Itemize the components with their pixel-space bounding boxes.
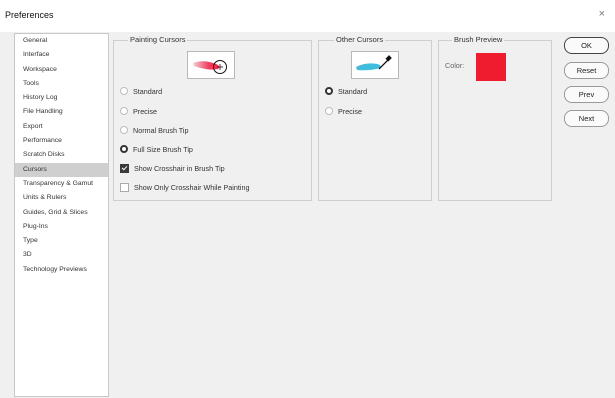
other-cursors-title: Other Cursors — [334, 35, 386, 44]
sidebar-item-history-log[interactable]: History Log — [15, 91, 108, 105]
sidebar-item-interface[interactable]: Interface — [15, 48, 108, 62]
sidebar-item-performance[interactable]: Performance — [15, 134, 108, 148]
painting-cursor-preview — [187, 51, 235, 79]
other-precise-radio[interactable]: Precise — [325, 106, 362, 118]
preferences-dialog: Preferences × General Interface Workspace T… — [0, 0, 615, 398]
option-label: Standard — [133, 87, 163, 96]
sidebar-item-units-rulers[interactable]: Units & Rulers — [15, 191, 108, 205]
brush-preview-group: Brush Preview Color: — [438, 35, 552, 201]
ok-button[interactable]: OK — [564, 37, 609, 54]
sidebar-item-tools[interactable]: Tools — [15, 77, 108, 91]
other-cursor-preview — [351, 51, 399, 79]
option-label: Standard — [338, 87, 368, 96]
radio-indicator[interactable] — [120, 107, 128, 116]
sidebar-item-export[interactable]: Export — [15, 120, 108, 134]
radio-indicator[interactable] — [120, 126, 128, 135]
full-size-brush-tip-radio[interactable]: Full Size Brush Tip — [120, 144, 193, 156]
sidebar-item-plug-ins[interactable]: Plug-Ins — [15, 220, 108, 234]
other-standard-radio[interactable]: Standard — [325, 86, 367, 98]
title-bar: Preferences × — [0, 0, 615, 32]
radio-indicator[interactable] — [120, 87, 128, 96]
normal-brush-tip-radio[interactable]: Normal Brush Tip — [120, 125, 189, 137]
show-crosshair-checkbox[interactable]: Show Crosshair in Brush Tip — [120, 163, 225, 175]
painting-cursors-title: Painting Cursors — [128, 35, 188, 44]
option-label: Precise — [133, 107, 157, 116]
sidebar-item-cursors[interactable]: Cursors — [15, 162, 108, 177]
prev-button[interactable]: Prev — [564, 86, 609, 103]
radio-indicator[interactable] — [325, 107, 333, 116]
painting-precise-radio[interactable]: Precise — [120, 106, 157, 118]
color-label: Color: — [445, 61, 465, 70]
other-cursors-group: Other Cursors Standard Precise — [318, 35, 432, 201]
sidebar-item-type[interactable]: Type — [15, 234, 108, 248]
option-label: Show Crosshair in Brush Tip — [134, 164, 225, 173]
sidebar-item-workspace[interactable]: Workspace — [15, 63, 108, 77]
radio-indicator[interactable] — [325, 87, 333, 96]
sidebar-item-guides-grid-slices[interactable]: Guides, Grid & Slices — [15, 206, 108, 220]
option-label: Full Size Brush Tip — [133, 145, 193, 154]
option-label: Normal Brush Tip — [133, 126, 189, 135]
sidebar-item-transparency-gamut[interactable]: Transparency & Gamut — [15, 177, 108, 191]
brush-stroke-preview-icon — [193, 60, 227, 74]
next-button[interactable]: Next — [564, 110, 609, 127]
option-label: Show Only Crosshair While Painting — [134, 183, 250, 192]
window-title: Preferences — [5, 10, 54, 20]
sidebar: General Interface Workspace Tools History Lo… — [14, 33, 109, 397]
option-label: Precise — [338, 107, 362, 116]
eyedropper-preview-icon — [356, 55, 392, 71]
checkbox-indicator[interactable] — [120, 182, 129, 192]
radio-indicator[interactable] — [120, 145, 128, 154]
show-only-crosshair-checkbox[interactable]: Show Only Crosshair While Painting — [120, 182, 249, 194]
sidebar-item-technology-previews[interactable]: Technology Previews — [15, 263, 108, 277]
brush-color-swatch[interactable] — [476, 53, 506, 81]
brush-preview-title: Brush Preview — [452, 35, 505, 44]
checkbox-indicator[interactable] — [120, 163, 129, 173]
reset-button[interactable]: Reset — [564, 62, 609, 79]
sidebar-item-file-handling[interactable]: File Handling — [15, 105, 108, 119]
painting-standard-radio[interactable]: Standard — [120, 86, 162, 98]
sidebar-item-general[interactable]: General — [15, 34, 108, 48]
sidebar-item-3d[interactable]: 3D — [15, 248, 108, 262]
close-icon[interactable]: × — [599, 8, 605, 20]
painting-cursors-group: Painting Cursors Standard Precise Normal… — [113, 35, 312, 201]
sidebar-item-scratch-disks[interactable]: Scratch Disks — [15, 148, 108, 162]
